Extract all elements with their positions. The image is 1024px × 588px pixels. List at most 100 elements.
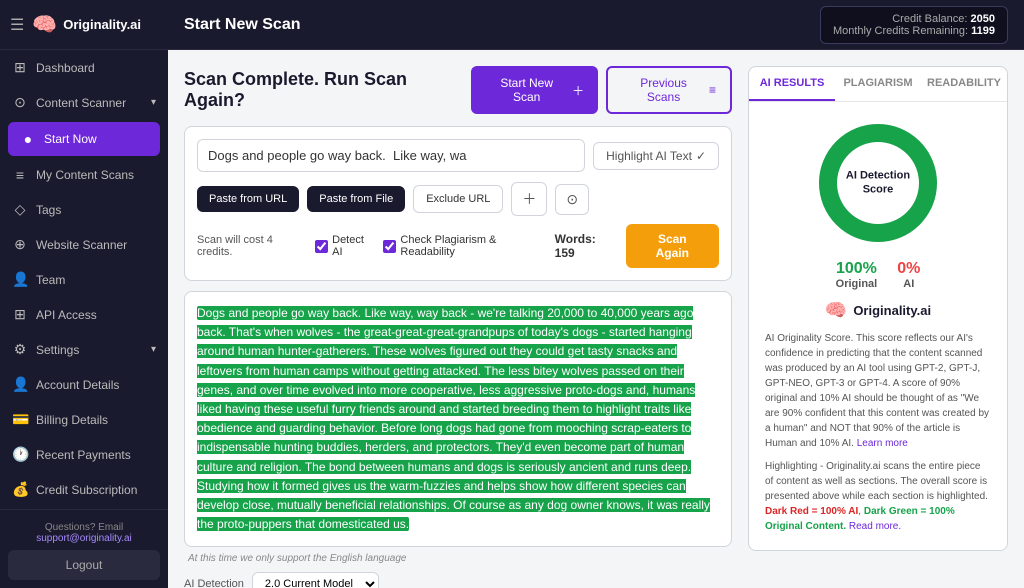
sidebar-footer: Questions? Email support@originality.ai …	[0, 509, 168, 588]
credit-balance-value: 2050	[971, 13, 995, 25]
sidebar-item-billing-details[interactable]: 💳 Billing Details	[0, 402, 168, 437]
tab-ai-results[interactable]: AI RESULTS	[749, 67, 835, 101]
sidebar-item-start-now[interactable]: ● Start Now	[8, 122, 160, 156]
copy-icon-button[interactable]: ⊙	[555, 184, 589, 215]
team-icon: 👤	[12, 271, 28, 288]
start-new-scan-button[interactable]: Start New Scan ＋	[471, 66, 598, 114]
ai-score: 0% AI	[897, 260, 920, 290]
results-card: AI RESULTS PLAGIARISM READABILITY AI Det…	[748, 66, 1008, 551]
page-title: Start New Scan	[184, 16, 820, 34]
learn-more-link[interactable]: Learn more	[857, 438, 908, 449]
tag-icon: ◇	[12, 201, 28, 218]
results-tabs: AI RESULTS PLAGIARISM READABILITY	[749, 67, 1007, 102]
action-buttons: Paste from URL Paste from File Exclude U…	[197, 182, 719, 216]
sidebar-header: ☰ 🧠 Originality.ai	[0, 0, 168, 50]
scan-again-button[interactable]: Scan Again	[626, 224, 719, 268]
scan-complete-header: Scan Complete. Run Scan Again? Start New…	[184, 66, 732, 114]
monthly-credits-value: 1199	[971, 25, 995, 37]
scan-buttons: Start New Scan ＋ Previous Scans ≡	[471, 66, 732, 114]
chevron-down-icon-2: ▾	[151, 344, 156, 355]
sidebar: ☰ 🧠 Originality.ai ⊞ Dashboard ⊙ Content…	[0, 0, 168, 588]
paste-from-file-button[interactable]: Paste from File	[307, 186, 405, 212]
brand-logo-icon: 🧠	[825, 300, 847, 321]
support-email[interactable]: support@originality.ai	[36, 533, 132, 544]
sidebar-item-credit-subscription[interactable]: 💰 Credit Subscription	[0, 472, 168, 507]
credits-row: Scan will cost 4 credits. Detect AI Chec…	[197, 224, 719, 268]
ai-model-select[interactable]: 2.0 Current Model	[252, 572, 379, 588]
sidebar-item-my-team[interactable]: 👤 Team	[0, 262, 168, 297]
sidebar-item-website-scanner[interactable]: ⊕ Website Scanner	[0, 227, 168, 262]
sidebar-item-tags[interactable]: ◇ Tags	[0, 192, 168, 227]
score-section: AI Detection Score 100% Original 0% AI	[749, 102, 1007, 550]
sidebar-item-settings[interactable]: ⚙ Settings ▾	[0, 332, 168, 367]
scan-input-box: Highlight AI Text ✓ Paste from URL Paste…	[184, 126, 732, 281]
logout-button[interactable]: Logout	[8, 550, 160, 580]
sidebar-item-content-scanner[interactable]: ⊙ Content Scanner ▾	[0, 85, 168, 120]
dashboard-icon: ⊞	[12, 59, 28, 76]
highlight-note: Highlighting - Originality.ai scans the …	[765, 459, 991, 534]
original-label: Original	[836, 278, 878, 290]
donut-chart: AI Detection Score	[813, 118, 943, 248]
topbar: Start New Scan Credit Balance: 2050 Mont…	[168, 0, 1024, 50]
payments-icon: 🕐	[12, 446, 28, 463]
billing-icon: 💳	[12, 411, 28, 428]
detect-ai-checkbox-label[interactable]: Detect AI	[315, 234, 373, 258]
scan-complete-title: Scan Complete. Run Scan Again?	[184, 69, 471, 111]
paste-from-url-button[interactable]: Paste from URL	[197, 186, 299, 212]
api-icon: ⊞	[12, 306, 28, 323]
credit-icon: 💰	[12, 481, 28, 498]
sidebar-item-account-details[interactable]: 👤 Account Details	[0, 367, 168, 402]
monthly-credits-label: Monthly Credits Remaining:	[833, 25, 968, 37]
credits-cost-text: Scan will cost 4 credits.	[197, 234, 305, 258]
brand-logo-text: Originality.ai	[853, 303, 931, 318]
highlighted-text: Dogs and people go way back. Like way, w…	[197, 306, 710, 531]
main-area: Start New Scan Credit Balance: 2050 Mont…	[168, 0, 1024, 588]
plagiarism-checkbox-label[interactable]: Check Plagiarism & Readability	[383, 234, 544, 258]
add-icon-button[interactable]: ＋	[511, 182, 547, 216]
previous-scans-button[interactable]: Previous Scans ≡	[606, 66, 732, 114]
sidebar-item-my-content-scans[interactable]: ≡ My Content Scans	[0, 158, 168, 192]
original-percentage: 100%	[836, 260, 878, 278]
chevron-down-icon: ▾	[151, 97, 156, 108]
sidebar-item-recent-payments[interactable]: 🕐 Recent Payments	[0, 437, 168, 472]
sidebar-item-dashboard[interactable]: ⊞ Dashboard	[0, 50, 168, 85]
scanner-icon: ⊙	[12, 94, 28, 111]
english-notice: At this time we only support the English…	[184, 553, 732, 564]
globe-icon: ⊕	[12, 236, 28, 253]
dark-red-label: Dark Red = 100% AI	[765, 506, 858, 517]
credit-balance-label: Credit Balance:	[892, 13, 967, 25]
left-panel: Scan Complete. Run Scan Again? Start New…	[184, 66, 732, 572]
ai-label: AI	[897, 278, 920, 290]
score-values: 100% Original 0% AI	[765, 260, 991, 290]
highlight-ai-text-button[interactable]: Highlight AI Text ✓	[593, 142, 719, 170]
donut-label: AI Detection Score	[846, 169, 910, 198]
menu-icon[interactable]: ☰	[10, 15, 24, 35]
credits-info: Credit Balance: 2050 Monthly Credits Rem…	[820, 6, 1008, 44]
sidebar-item-api-access[interactable]: ⊞ API Access	[0, 297, 168, 332]
account-icon: 👤	[12, 376, 28, 393]
read-more-link[interactable]: Read more.	[849, 521, 901, 532]
text-input-row: Highlight AI Text ✓	[197, 139, 719, 172]
detect-ai-checkbox[interactable]	[315, 240, 328, 253]
content-area: Scan Complete. Run Scan Again? Start New…	[168, 50, 1024, 588]
check-icon: ✓	[696, 149, 706, 163]
ai-model-label: AI Detection	[184, 578, 244, 588]
ai-model-row: AI Detection 2.0 Current Model	[184, 572, 732, 588]
list-icon: ≡	[12, 167, 28, 183]
words-count: Words: 159	[555, 232, 616, 260]
score-description: AI Originality Score. This score reflect…	[765, 331, 991, 534]
tab-readability[interactable]: READABILITY	[921, 67, 1007, 101]
scanned-text-area: Dogs and people go way back. Like way, w…	[184, 291, 732, 547]
scan-text-input[interactable]	[197, 139, 585, 172]
exclude-url-button[interactable]: Exclude URL	[413, 185, 503, 213]
original-score: 100% Original	[836, 260, 878, 290]
tab-plagiarism[interactable]: PLAGIARISM	[835, 67, 921, 101]
support-text: Questions? Email support@originality.ai	[8, 518, 160, 550]
plus-icon: ＋	[572, 82, 584, 99]
right-panel: AI RESULTS PLAGIARISM READABILITY AI Det…	[748, 66, 1008, 572]
plagiarism-checkbox[interactable]	[383, 240, 396, 253]
circle-icon: ●	[20, 131, 36, 147]
settings-icon: ⚙	[12, 341, 28, 358]
logo-text: Originality.ai	[63, 17, 141, 32]
originality-brand: 🧠 Originality.ai	[765, 300, 991, 321]
